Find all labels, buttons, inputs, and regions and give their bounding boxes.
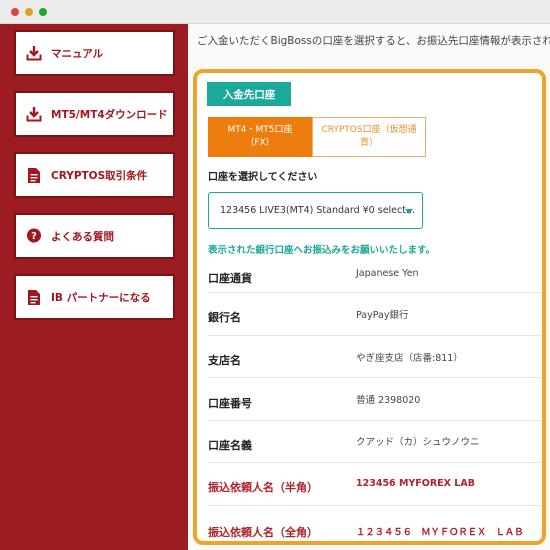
sidebar-item-mt-download[interactable]: MT5/MT4ダウンロード <box>14 91 175 137</box>
caret-down-icon <box>405 209 413 214</box>
sidebar-item-label: MT5/MT4ダウンロード <box>51 108 168 121</box>
sidebar-item-manual[interactable]: マニュアル <box>14 30 175 76</box>
close-window-button[interactable] <box>11 8 19 16</box>
sidebar-item-label: マニュアル <box>51 47 104 60</box>
info-row-currency: 口座通貨 Japanese Yen <box>208 259 542 293</box>
tab-mt4-mt5-fx[interactable]: MT4・MT5口座 （FX） <box>208 117 312 157</box>
row-value: クアッド（カ）シュウノウニ <box>356 437 480 448</box>
window-titlebar <box>0 0 550 24</box>
minimize-window-button[interactable] <box>25 8 33 16</box>
info-row-account-holder: 口座名義 クアッド（カ）シュウノウニ <box>208 421 542 463</box>
account-select[interactable]: 123456 LIVE3(MT4) Standard ¥0 select... <box>208 192 423 229</box>
account-select-value: 123456 LIVE3(MT4) Standard ¥0 select... <box>220 205 416 216</box>
info-row-bank: 銀行名 PayPay銀行 <box>208 293 542 336</box>
question-icon: ? <box>25 227 43 245</box>
document-icon <box>25 288 43 306</box>
sidebar-item-label: よくある質問 <box>51 230 114 243</box>
tab-label-line: （FX） <box>245 138 275 148</box>
sidebar-item-label: IB パートナーになる <box>51 291 151 304</box>
info-row-account-number: 口座番号 普通 2398020 <box>208 378 542 421</box>
row-key: 口座通貨 <box>208 272 252 285</box>
sidebar-item-label: CRYPTOS取引条件 <box>51 169 148 182</box>
tab-label-line: MT4・MT5口座 <box>227 124 293 135</box>
row-key: 口座名義 <box>208 439 252 452</box>
tab-label-line: CRYPTOS口座（仮想通 <box>321 124 417 135</box>
document-icon <box>25 166 43 184</box>
tab-label-line: 貨） <box>359 138 378 148</box>
panel-title: 入金先口座 <box>207 82 291 106</box>
account-select-label: 口座を選択してください <box>208 172 318 183</box>
download-icon <box>25 44 43 62</box>
sidebar-item-ib-partner[interactable]: IB パートナーになる <box>14 274 175 320</box>
row-key: 口座番号 <box>208 397 252 410</box>
transfer-notice: 表示された銀行口座へお振込みをお願いいたします。 <box>208 245 436 256</box>
info-row-sender-name-halfwidth: 振込依頼人名（半角） 123456 MYFOREX LAB <box>208 463 542 506</box>
deposit-account-panel: 入金先口座 MT4・MT5口座 （FX） CRYPTOS口座（仮想通 貨） 口座… <box>193 69 546 545</box>
maximize-window-button[interactable] <box>39 8 47 16</box>
download-icon <box>25 105 43 123</box>
row-value: 普通 2398020 <box>356 395 421 406</box>
row-value: １２３４５６ ＭＹＦＯＲＥＸ ＬＡＢ <box>356 527 524 538</box>
info-row-branch: 支店名 やぎ座支店（店番:811） <box>208 336 542 378</box>
sidebar-item-faq[interactable]: ? よくある質問 <box>14 213 175 259</box>
row-value: PayPay銀行 <box>356 310 409 321</box>
row-value: Japanese Yen <box>356 268 419 279</box>
sidebar-item-cryptos-conditions[interactable]: CRYPTOS取引条件 <box>14 152 175 198</box>
row-key: 振込依頼人名（全角） <box>208 526 318 539</box>
info-row-sender-name-fullwidth: 振込依頼人名（全角） １２３４５６ ＭＹＦＯＲＥＸ ＬＡＢ <box>208 506 542 541</box>
row-key: 銀行名 <box>208 311 241 324</box>
row-key: 振込依頼人名（半角） <box>208 481 318 494</box>
intro-text: ご入金いただくBigBossの口座を選択すると、お振込先口座情報が表示されます <box>197 35 550 47</box>
sidebar: マニュアル MT5/MT4ダウンロード CRYPTOS取引条件 ? よくある質問… <box>0 24 188 550</box>
svg-text:?: ? <box>31 231 37 242</box>
row-value: 123456 MYFOREX LAB <box>356 478 475 489</box>
row-key: 支店名 <box>208 354 241 367</box>
row-value: やぎ座支店（店番:811） <box>356 353 463 364</box>
tab-cryptos[interactable]: CRYPTOS口座（仮想通 貨） <box>312 117 426 157</box>
